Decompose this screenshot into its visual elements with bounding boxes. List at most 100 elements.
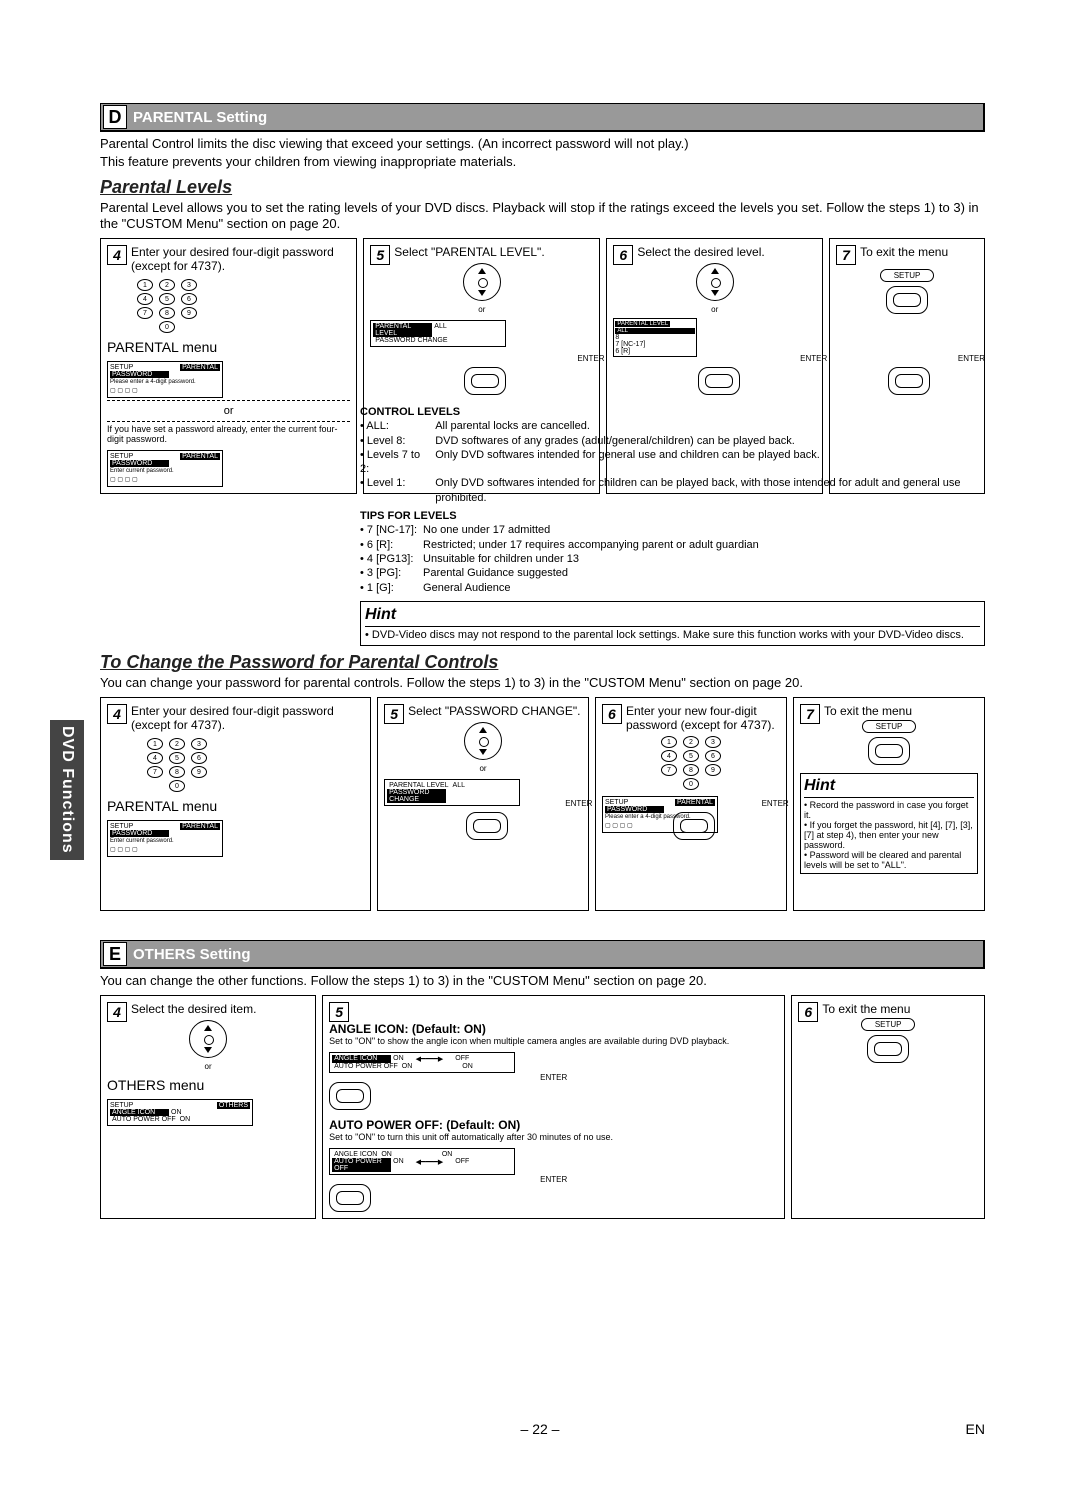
pw-step-5-num: 5 — [384, 704, 404, 724]
pw-step-5-box: 5 Select "PASSWORD CHANGE". or PARENTAL … — [377, 697, 589, 911]
nav-arrows-icon — [696, 263, 734, 301]
setup-button-icon: SETUP — [862, 720, 916, 733]
auto-power-off-body: Set to "ON" to turn this unit off automa… — [329, 1132, 778, 1142]
others-step-4-text: Select the desired item. — [131, 1002, 256, 1016]
enter-button-icon — [867, 1035, 909, 1063]
others-step-4-box: 4 Select the desired item. or OTHERS men… — [100, 995, 316, 1219]
parental-menu-label: PARENTAL menu — [107, 798, 364, 814]
change-password-intro: You can change your password for parenta… — [100, 675, 985, 691]
angle-icon-title: ANGLE ICON: — [329, 1022, 408, 1036]
pw-step-4-text: Enter your desired four-digit password (… — [131, 704, 334, 732]
numeric-keypad-icon: 123 456 789 0 — [127, 279, 207, 333]
enter-label: ENTER — [329, 1073, 778, 1082]
step-7-num: 7 — [836, 245, 856, 265]
enter-button-icon — [329, 1082, 371, 1110]
parental-levels-intro: Parental Level allows you to set the rat… — [100, 200, 985, 233]
password-change-screen: PARENTAL LEVELALL PASSWORD CHANGE — [384, 779, 520, 806]
or-label: or — [107, 1062, 309, 1071]
enter-button-icon — [329, 1184, 371, 1212]
pw-step-4-box: 4 Enter your desired four-digit password… — [100, 697, 371, 911]
numeric-keypad-icon: 123 456 789 0 — [137, 738, 217, 792]
nav-arrows-icon — [189, 1020, 227, 1058]
section-d-intro2: This feature prevents your children from… — [100, 154, 985, 170]
or-label: or — [370, 305, 593, 314]
nav-arrows-icon — [463, 263, 501, 301]
numeric-keypad-icon: 123 456 789 0 — [651, 736, 731, 790]
section-e-header: E OTHERS Setting — [100, 940, 985, 969]
pw-step-7-text: To exit the menu — [824, 704, 912, 718]
parental-menu-screen-3: SETUPPARENTAL PASSWORD Enter current pas… — [107, 820, 223, 857]
enter-button-icon — [888, 367, 930, 395]
level-list-screen: PARENTAL LEVEL ALL 8 7 [NC-17] 6 [R] — [613, 318, 697, 357]
hint-title: Hint — [804, 777, 974, 798]
step-4-text: Enter your desired four-digit password (… — [131, 245, 334, 273]
angle-icon-default: (Default: ON) — [412, 1022, 486, 1036]
angle-icon-body: Set to "ON" to show the angle icon when … — [329, 1036, 778, 1046]
step-4-box: 4 Enter your desired four-digit password… — [100, 238, 357, 494]
or-label: or — [613, 305, 816, 314]
enter-button-icon — [464, 367, 506, 395]
step-4-num: 4 — [107, 245, 127, 265]
existing-password-note: If you have set a password already, ente… — [107, 424, 350, 444]
section-e-intro: You can change the other functions. Foll… — [100, 973, 985, 989]
step-6-num: 6 — [613, 245, 633, 265]
auto-power-off-default: (Default: ON) — [446, 1118, 520, 1132]
section-d-title: PARENTAL Setting — [133, 109, 267, 126]
section-d-letter: D — [103, 105, 127, 129]
angle-setting-screen: ANGLE ICONON◀━━━━▶OFF AUTO POWER OFFONON — [329, 1052, 515, 1073]
section-e-letter: E — [103, 942, 127, 966]
step-7-text: To exit the menu — [860, 245, 948, 259]
or-divider: or — [107, 405, 350, 417]
apo-setting-screen: ANGLE ICONONON AUTO POWER OFFON◀━━━━▶OFF — [329, 1148, 515, 1175]
or-label: or — [384, 764, 582, 773]
pw-step-6-box: 6 Enter your new four-digit password (ex… — [595, 697, 787, 911]
others-menu-screen: SETUPOTHERS ANGLE ICONON AUTO POWER OFFO… — [107, 1099, 253, 1126]
others-step-6-num: 6 — [798, 1002, 818, 1022]
parental-menu-screen-2: SETUPPARENTAL PASSWORD Enter current pas… — [107, 450, 223, 487]
language-mark: EN — [966, 1421, 985, 1437]
step-5-text: Select "PARENTAL LEVEL". — [394, 245, 544, 259]
section-d-header: D PARENTAL Setting — [100, 103, 985, 132]
step-7-box: 7 To exit the menu SETUP — [829, 238, 985, 494]
tips-for-levels-title: TIPS FOR LEVELS — [360, 509, 985, 523]
hint-box-2: Hint • Record the password in case you f… — [800, 773, 978, 874]
parental-menu-label: PARENTAL menu — [107, 339, 350, 355]
hint-title: Hint — [365, 606, 980, 627]
enter-label: ENTER — [329, 1175, 778, 1184]
others-step-6-text: To exit the menu — [822, 1002, 910, 1016]
others-step-6-box: 6 To exit the menu SETUP — [791, 995, 985, 1219]
page-number: – 22 – — [0, 1421, 1080, 1437]
setup-button-icon: SETUP — [861, 1018, 915, 1031]
others-step-5-box: 5 ANGLE ICON: (Default: ON) Set to "ON" … — [322, 995, 785, 1219]
pw-step-7-box: 7 To exit the menu SETUP Hint • Record t… — [793, 697, 985, 911]
parental-level-screen: PARENTAL LEVELALL PASSWORD CHANGE — [370, 320, 506, 347]
step-6-text: Select the desired level. — [637, 245, 764, 259]
step-6-box: 6 Select the desired level. or PARENTAL … — [606, 238, 823, 494]
pw-step-7-num: 7 — [800, 704, 820, 724]
setup-button-icon: SETUP — [880, 269, 934, 282]
change-password-heading: To Change the Password for Parental Cont… — [100, 652, 985, 673]
enter-button-icon — [698, 367, 740, 395]
pw-step-6-text: Enter your new four-digit password (exce… — [626, 704, 775, 732]
hint-body: • DVD-Video discs may not respond to the… — [365, 629, 980, 641]
pw-step-4-num: 4 — [107, 704, 127, 724]
enter-button-icon — [673, 812, 715, 840]
others-step-4-num: 4 — [107, 1002, 127, 1022]
enter-button-icon — [886, 286, 928, 314]
section-e-title: OTHERS Setting — [133, 946, 251, 963]
section-d-intro1: Parental Control limits the disc viewing… — [100, 136, 985, 152]
hint-box-1: Hint • DVD-Video discs may not respond t… — [360, 601, 985, 646]
parental-menu-screen-1: SETUPPARENTAL PASSWORD Please enter a 4-… — [107, 361, 223, 398]
enter-button-icon — [868, 737, 910, 765]
others-step-5-num: 5 — [329, 1002, 349, 1022]
pw-step-6-num: 6 — [602, 704, 622, 724]
enter-button-icon — [466, 812, 508, 840]
side-tab-dvd-functions: DVD Functions — [50, 720, 84, 860]
others-menu-label: OTHERS menu — [107, 1077, 309, 1093]
parental-levels-heading: Parental Levels — [100, 177, 985, 198]
step-5-num: 5 — [370, 245, 390, 265]
step-5-box: 5 Select "PARENTAL LEVEL". or PARENTAL L… — [363, 238, 600, 494]
auto-power-off-title: AUTO POWER OFF: — [329, 1118, 443, 1132]
nav-arrows-icon — [464, 722, 502, 760]
pw-step-5-text: Select "PASSWORD CHANGE". — [408, 704, 580, 718]
